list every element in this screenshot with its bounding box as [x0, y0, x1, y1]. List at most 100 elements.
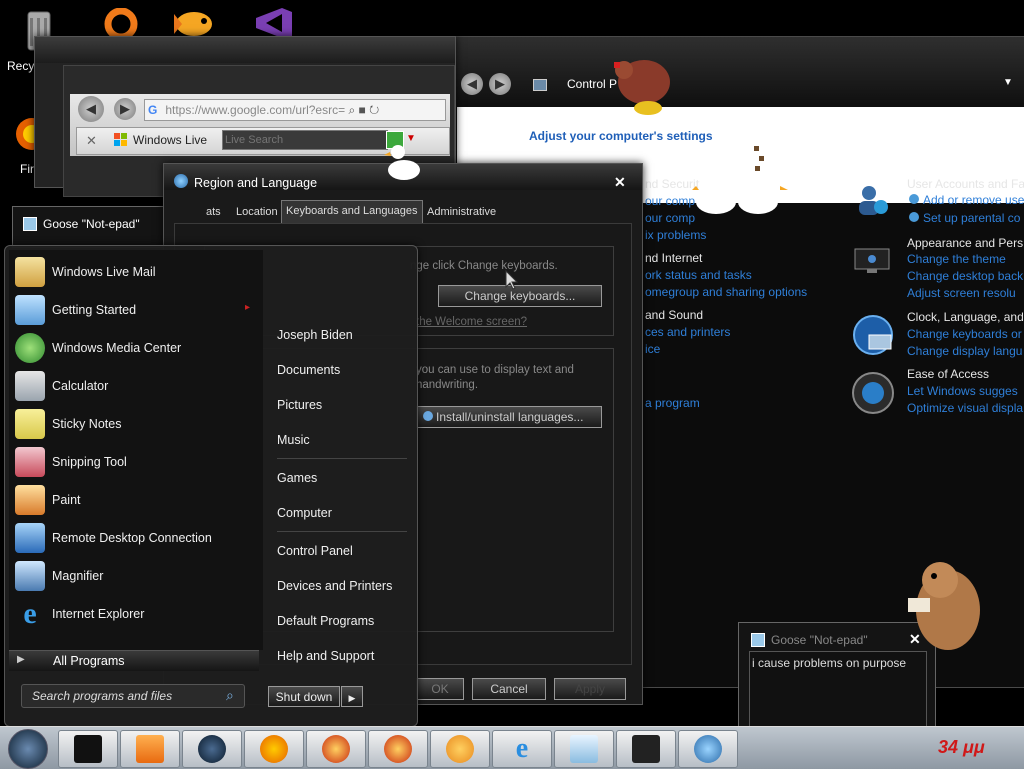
link-backup[interactable]: our comp: [645, 211, 695, 225]
all-programs-button[interactable]: ▶ All Programs: [9, 650, 259, 671]
start-right-control-panel[interactable]: Control Panel: [277, 544, 353, 558]
cancel-button[interactable]: Cancel: [472, 678, 546, 700]
start-right-games[interactable]: Games: [277, 471, 317, 485]
section-user-accounts[interactable]: User Accounts and Fa: [907, 177, 1024, 191]
taskbar-pinball-button-2[interactable]: [368, 730, 428, 768]
tab-close-icon[interactable]: ✕: [86, 133, 97, 149]
start-right-devices-printers[interactable]: Devices and Printers: [277, 579, 392, 593]
start-item-windows-live-mail[interactable]: Windows Live Mail: [13, 255, 258, 289]
section-appearance[interactable]: Appearance and Pers: [907, 236, 1023, 250]
chicken-icon: [604, 52, 682, 118]
start-right-music[interactable]: Music: [277, 433, 310, 447]
link-change-keyboards[interactable]: Change keyboards or: [907, 327, 1022, 341]
browser-forward-button[interactable]: ▶: [114, 98, 136, 120]
browser-address-bar[interactable]: G https://www.google.com/url?esrc= ⌕ ■ ↻: [144, 99, 446, 121]
link-optimize-visual[interactable]: Optimize visual displa: [907, 401, 1023, 415]
start-item-snipping-tool[interactable]: Snipping Tool: [13, 445, 258, 479]
goose-icon[interactable]: [384, 142, 424, 182]
link-homegroup[interactable]: omegroup and sharing options: [645, 285, 807, 299]
welcome-screen-link[interactable]: the Welcome screen?: [416, 316, 527, 328]
link-add-remove-users[interactable]: Add or remove use: [923, 193, 1024, 207]
globe-icon: [174, 174, 188, 188]
ok-button[interactable]: OK: [416, 678, 464, 700]
browser-back-button[interactable]: ◀: [78, 96, 104, 122]
refresh-icon[interactable]: ↻: [369, 103, 379, 117]
start-item-calculator[interactable]: Calculator: [13, 369, 258, 403]
tab-location[interactable]: Location: [232, 202, 282, 222]
link-parental-controls[interactable]: Set up parental co: [923, 211, 1020, 225]
address-dropdown-icon[interactable]: ▼: [1003, 77, 1013, 88]
link-review-status[interactable]: our comp: [645, 194, 695, 208]
search-icon[interactable]: ⌕: [348, 103, 355, 117]
taskbar-internet-explorer-button[interactable]: e: [492, 730, 552, 768]
tab-keyboards-languages[interactable]: Keyboards and Languages: [281, 200, 423, 223]
start-item-label: Getting Started: [52, 303, 137, 317]
section-ease-of-access[interactable]: Ease of Access: [907, 367, 989, 381]
start-item-sticky-notes[interactable]: Sticky Notes: [13, 407, 258, 441]
start-search-placeholder: Search programs and files: [32, 689, 173, 703]
start-item-internet-explorer[interactable]: e Internet Explorer: [13, 597, 258, 631]
link-device[interactable]: ice: [645, 342, 660, 356]
shutdown-button[interactable]: Shut down: [268, 686, 340, 707]
taskbar-goldfish-button[interactable]: [430, 730, 490, 768]
tab-formats[interactable]: ats: [202, 202, 225, 222]
back-button[interactable]: ◀: [461, 73, 483, 95]
media-center-icon: [15, 333, 45, 363]
link-change-theme[interactable]: Change the theme: [907, 252, 1006, 266]
visual-studio-icon[interactable]: [252, 6, 296, 38]
start-right-computer[interactable]: Computer: [277, 506, 332, 520]
taskbar-window-button[interactable]: [616, 730, 676, 768]
taskbar-notepad-button[interactable]: [554, 730, 614, 768]
appearance-icon: [853, 247, 893, 277]
goose-icon[interactable]: [692, 172, 788, 222]
close-icon[interactable]: ✕: [614, 174, 626, 191]
start-right-default-programs[interactable]: Default Programs: [277, 614, 374, 628]
link-display-language[interactable]: Change display langu: [907, 344, 1022, 358]
taskbar-firefox-button[interactable]: [244, 730, 304, 768]
tab-administrative[interactable]: Administrative: [423, 202, 500, 222]
apply-button[interactable]: Apply: [554, 678, 626, 700]
change-keyboards-button[interactable]: Change keyboards...: [438, 285, 602, 307]
notepad-icon: [751, 633, 765, 647]
browser-tab-label[interactable]: Windows Live: [133, 133, 207, 147]
link-screen-resolution[interactable]: Adjust screen resolu: [907, 286, 1016, 300]
link-desktop-background[interactable]: Change desktop back: [907, 269, 1023, 283]
taskbar-clock[interactable]: 34 μμ: [938, 737, 985, 758]
start-right-pictures[interactable]: Pictures: [277, 398, 322, 412]
start-right-user[interactable]: Joseph Biden: [277, 328, 353, 342]
start-item-getting-started[interactable]: Getting Started ▸: [13, 293, 258, 327]
start-item-magnifier[interactable]: Magnifier: [13, 559, 258, 593]
section-network-internet[interactable]: nd Internet: [645, 251, 702, 265]
shutdown-options-button[interactable]: ▶: [341, 686, 363, 707]
start-search-box[interactable]: Search programs and files ⌕: [21, 684, 245, 708]
taskbar: e 34 μμ: [0, 726, 1024, 769]
link-fix-problems[interactable]: ix problems: [645, 228, 706, 242]
taskbar-network-globe-button[interactable]: [678, 730, 738, 768]
goldfish-icon: [446, 735, 474, 763]
section-clock-language[interactable]: Clock, Language, and: [907, 310, 1024, 324]
taskbar-explorer-button[interactable]: [58, 730, 118, 768]
taskbar-globe-button[interactable]: [182, 730, 242, 768]
lock-icon: ■: [358, 103, 366, 117]
orange-app-icon[interactable]: [104, 7, 138, 41]
section-hardware-sound[interactable]: and Sound: [645, 308, 703, 322]
link-windows-suggest[interactable]: Let Windows sugges: [907, 384, 1018, 398]
goldfish-icon[interactable]: [170, 6, 220, 38]
calculator-icon: [15, 371, 45, 401]
link-network-status[interactable]: ork status and tasks: [645, 268, 752, 282]
forward-button[interactable]: ▶: [489, 73, 511, 95]
network-globe-icon: [694, 735, 722, 763]
link-devices-printers[interactable]: ces and printers: [645, 325, 730, 339]
live-search-input[interactable]: [222, 130, 388, 150]
install-languages-button[interactable]: Install/uninstall languages...: [416, 406, 602, 428]
search-icon[interactable]: ⌕: [226, 687, 234, 704]
start-right-documents[interactable]: Documents: [277, 363, 340, 377]
start-item-paint[interactable]: Paint: [13, 483, 258, 517]
taskbar-media-player-button[interactable]: [120, 730, 180, 768]
start-orb-button[interactable]: [8, 729, 48, 769]
start-right-help-support[interactable]: Help and Support: [277, 649, 374, 663]
link-uninstall-program[interactable]: a program: [645, 396, 700, 410]
taskbar-pinball-button[interactable]: [306, 730, 366, 768]
start-item-windows-media-center[interactable]: Windows Media Center: [13, 331, 258, 365]
start-item-remote-desktop[interactable]: Remote Desktop Connection: [13, 521, 258, 555]
